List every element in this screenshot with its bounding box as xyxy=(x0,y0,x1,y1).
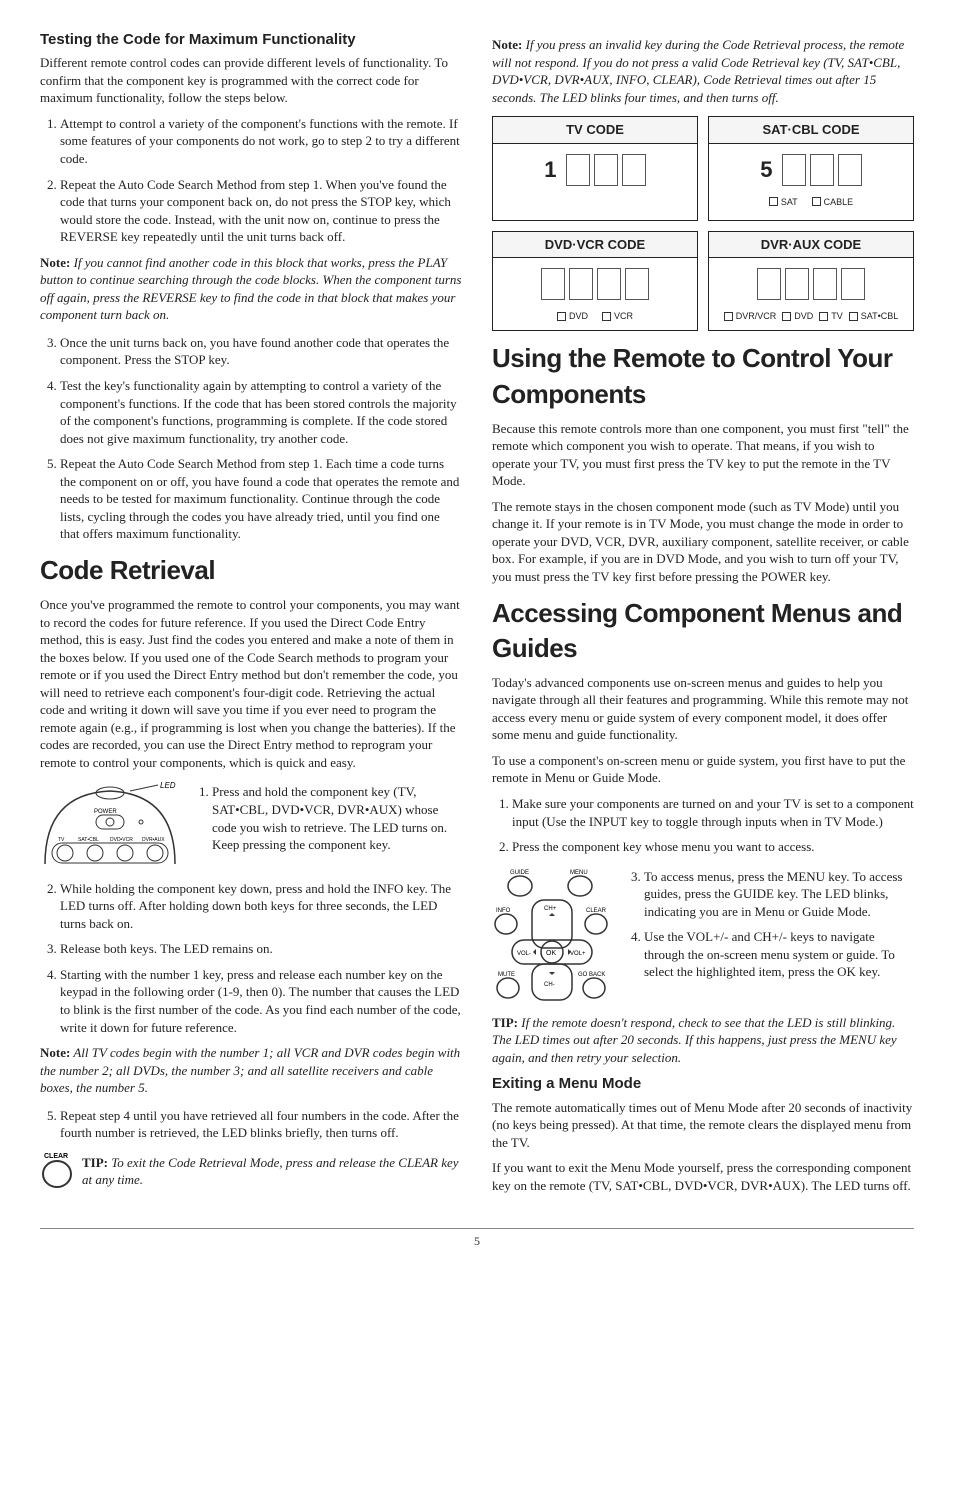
testing-list-b: Once the unit turns back on, you have fo… xyxy=(40,334,462,543)
page-number: 5 xyxy=(40,1233,914,1249)
svg-text:OK: OK xyxy=(546,950,556,957)
led-label: LED xyxy=(160,781,176,790)
para-using-2: The remote stays in the chosen component… xyxy=(492,498,914,586)
note-top-right: Note: If you press an invalid key during… xyxy=(492,36,914,106)
tv-label: TV xyxy=(58,837,65,843)
dvrvcr-label: DVR/VCR xyxy=(736,310,777,322)
list-item: Release both keys. The LED remains on. xyxy=(60,940,462,958)
dvdvcr-code-box: DVD·VCR CODE DVD VCR xyxy=(492,231,698,332)
tip-label: TIP: xyxy=(492,1015,518,1030)
code-list-1: Press and hold the component key (TV, SA… xyxy=(192,783,462,861)
list-item: Press the component key whose menu you w… xyxy=(512,838,914,856)
list-item: Starting with the number 1 key, press an… xyxy=(60,966,462,1036)
tv-code-box: TV CODE 1 xyxy=(492,116,698,221)
note-text: All TV codes begin with the number 1; al… xyxy=(40,1045,460,1095)
satcbl-code-lead: 5 xyxy=(760,155,772,185)
note-label: Note: xyxy=(40,255,70,270)
list-item: Repeat step 4 until you have retrieved a… xyxy=(60,1107,462,1142)
code-list-5: Repeat step 4 until you have retrieved a… xyxy=(40,1107,462,1142)
code-list-rest: While holding the component key down, pr… xyxy=(40,880,462,1036)
dvdvcr-label: DVD•VCR xyxy=(110,837,133,843)
dvdvcr-code-title: DVD·VCR CODE xyxy=(493,232,697,259)
satcbl-label: SAT•CBL xyxy=(78,837,99,843)
para-exit-1: The remote automatically times out of Me… xyxy=(492,1099,914,1152)
svg-text:GO BACK: GO BACK xyxy=(578,972,605,978)
svg-text:CH-: CH- xyxy=(544,982,555,988)
tip-label: TIP: xyxy=(82,1155,108,1170)
tip-code: TIP: To exit the Code Retrieval Mode, pr… xyxy=(82,1154,462,1189)
para-exit-2: If you want to exit the Menu Mode yourse… xyxy=(492,1159,914,1194)
para-access-1: Today's advanced components use on-scree… xyxy=(492,674,914,744)
list-item: To access menus, press the MENU key. To … xyxy=(644,868,914,921)
dvd-label: DVD xyxy=(569,310,588,322)
list-item: Repeat the Auto Code Search Method from … xyxy=(60,176,462,246)
footer-rule xyxy=(40,1228,914,1229)
testing-list-a: Attempt to control a variety of the comp… xyxy=(40,115,462,246)
note-label: Note: xyxy=(492,37,522,52)
nav-pad-illustration: GUIDE MENU INFO CLEAR CH+ OK VOL- VOL+ M… xyxy=(492,864,612,1004)
heading-accessing: Accessing Component Menus and Guides xyxy=(492,596,914,666)
note-text: If you cannot find another code in this … xyxy=(40,255,461,323)
satcbl-code-box: SAT·CBL CODE 5 SAT CABLE xyxy=(708,116,914,221)
note-testing: Note: If you cannot find another code in… xyxy=(40,254,462,324)
tip-text: To exit the Code Retrieval Mode, press a… xyxy=(82,1155,459,1188)
list-item: Repeat the Auto Code Search Method from … xyxy=(60,455,462,543)
list-item: Once the unit turns back on, you have fo… xyxy=(60,334,462,369)
tv2-label: TV xyxy=(831,310,843,322)
para-testing-intro: Different remote control codes can provi… xyxy=(40,54,462,107)
cable-label: CABLE xyxy=(824,196,854,208)
note-text: If you press an invalid key during the C… xyxy=(492,37,904,105)
heading-testing: Testing the Code for Maximum Functionali… xyxy=(40,30,462,50)
clear-button-illustration: CLEAR xyxy=(40,1150,74,1190)
tv-code-lead: 1 xyxy=(544,155,556,185)
para-access-2: To use a component's on-screen menu or g… xyxy=(492,752,914,787)
svg-text:VOL+: VOL+ xyxy=(570,951,586,957)
tip-text: If the remote doesn't respond, check to … xyxy=(492,1015,897,1065)
heading-code-retrieval: Code Retrieval xyxy=(40,553,462,588)
svg-text:VOL-: VOL- xyxy=(517,951,531,957)
satcbl2-label: SAT•CBL xyxy=(861,310,899,322)
para-code-intro: Once you've programmed the remote to con… xyxy=(40,596,462,771)
svg-text:CLEAR: CLEAR xyxy=(586,908,607,914)
dvraux-label: DVR•AUX xyxy=(142,837,165,843)
svg-text:MENU: MENU xyxy=(570,870,588,876)
note-code: Note: All TV codes begin with the number… xyxy=(40,1044,462,1097)
heading-using-remote: Using the Remote to Control Your Compone… xyxy=(492,341,914,411)
para-using-1: Because this remote controls more than o… xyxy=(492,420,914,490)
tv-code-title: TV CODE xyxy=(493,117,697,144)
svg-text:INFO: INFO xyxy=(496,908,511,914)
list-item: Test the key's functionality again by at… xyxy=(60,377,462,447)
access-list-34: To access menus, press the MENU key. To … xyxy=(624,868,914,989)
svg-text:GUIDE: GUIDE xyxy=(510,870,529,876)
svg-text:MUTE: MUTE xyxy=(498,972,515,978)
dvd2-label: DVD xyxy=(794,310,813,322)
satcbl-code-title: SAT·CBL CODE xyxy=(709,117,913,144)
remote-top-illustration: LED POWER TV SAT•CBL DVD•VCR DVR•AUX xyxy=(40,779,180,869)
access-list-12: Make sure your components are turned on … xyxy=(492,795,914,856)
list-item: Press and hold the component key (TV, SA… xyxy=(212,783,462,853)
clear-label: CLEAR xyxy=(44,1153,68,1160)
list-item: Attempt to control a variety of the comp… xyxy=(60,115,462,168)
power-label: POWER xyxy=(94,809,117,815)
tip-access: TIP: If the remote doesn't respond, chec… xyxy=(492,1014,914,1067)
vcr-label: VCR xyxy=(614,310,633,322)
dvraux-code-box: DVR·AUX CODE DVR/VCR DVD TV SAT•CBL xyxy=(708,231,914,332)
list-item: While holding the component key down, pr… xyxy=(60,880,462,933)
note-label: Note: xyxy=(40,1045,70,1060)
dvraux-code-title: DVR·AUX CODE xyxy=(709,232,913,259)
list-item: Use the VOL+/- and CH+/- keys to navigat… xyxy=(644,928,914,981)
sat-label: SAT xyxy=(781,196,798,208)
heading-exiting: Exiting a Menu Mode xyxy=(492,1074,914,1094)
svg-text:CH+: CH+ xyxy=(544,906,557,912)
list-item: Make sure your components are turned on … xyxy=(512,795,914,830)
